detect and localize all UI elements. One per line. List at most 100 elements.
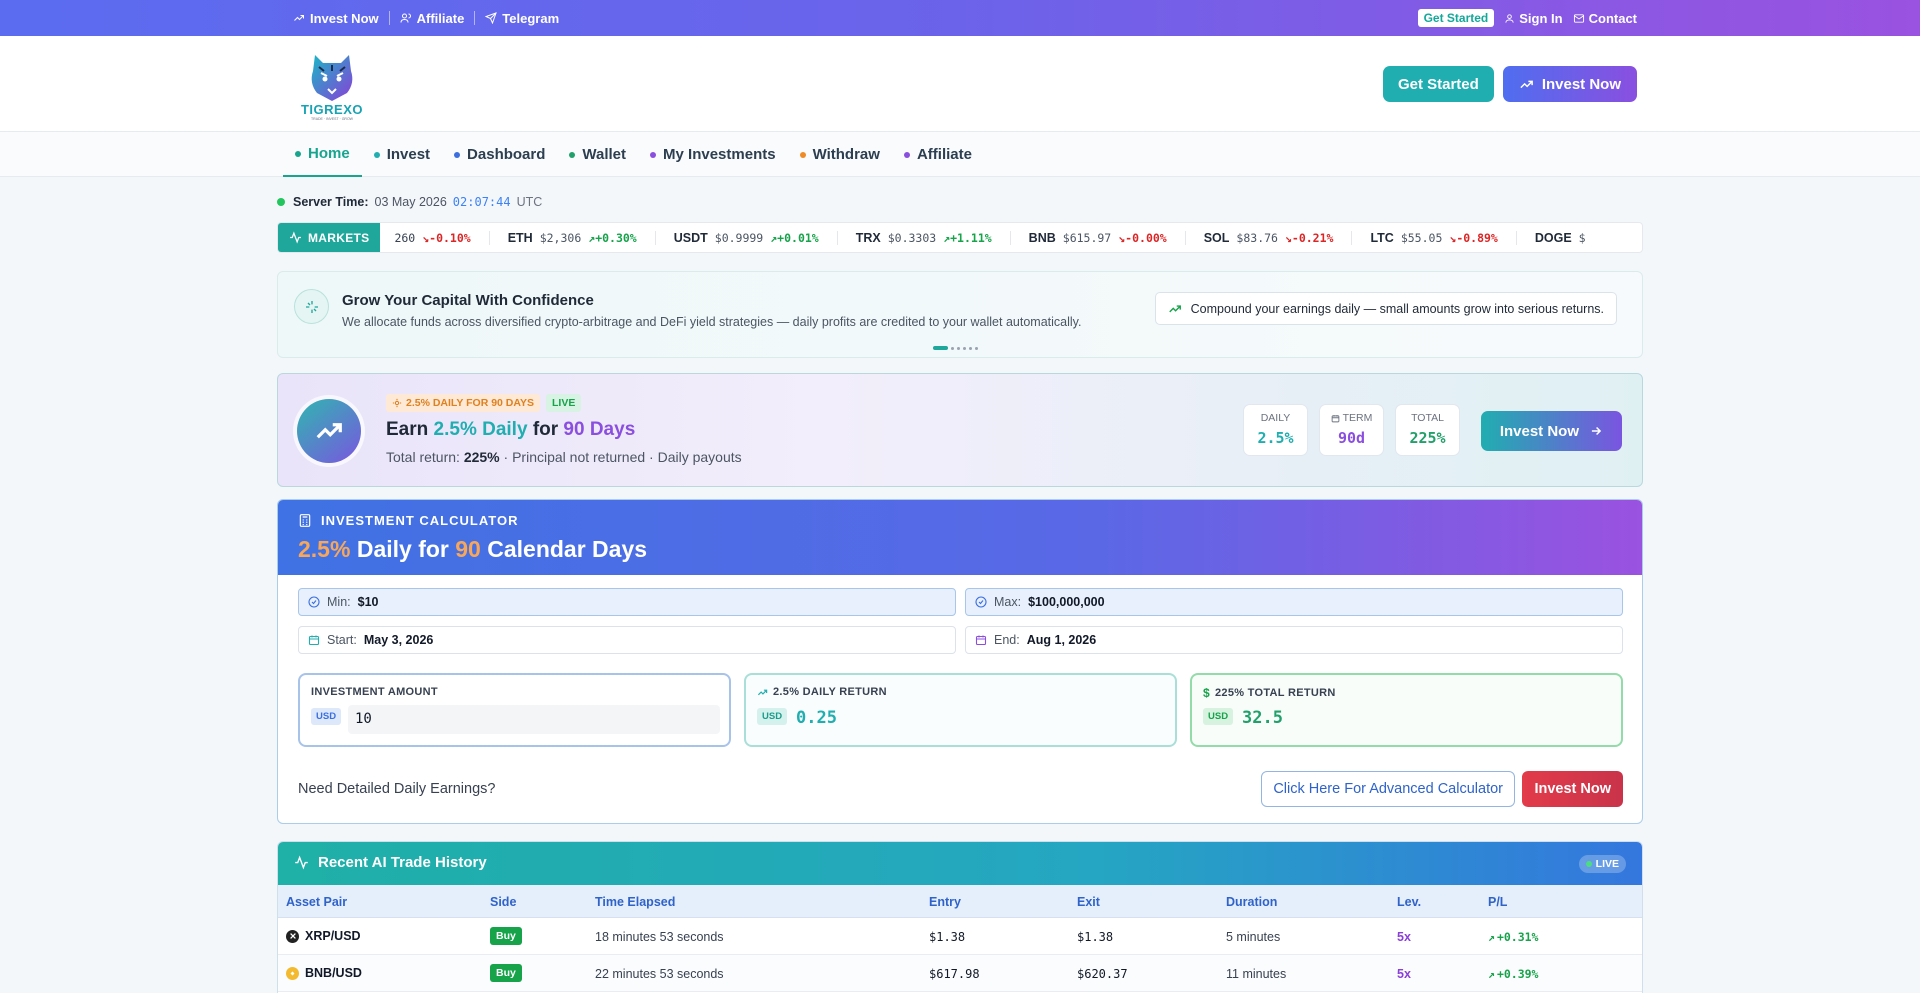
advanced-calculator-button[interactable]: Click Here For Advanced Calculator — [1261, 771, 1515, 807]
carousel-dot-active[interactable] — [933, 346, 948, 350]
plan-sub-pre: Total return: — [386, 449, 460, 465]
logo-tagline: TRADE · INVEST · GROW — [311, 117, 354, 121]
nav-label: Affiliate — [916, 146, 972, 163]
calendar-icon — [1331, 414, 1339, 422]
server-time: Server Time: 03 May 2026 02:07:44 UTC — [277, 195, 542, 209]
plan-heading-days: 90 Days — [563, 419, 636, 440]
carousel-dot[interactable] — [969, 346, 972, 350]
ticker-symbol: USDT — [673, 230, 708, 245]
nav-label: My Investments — [663, 146, 776, 163]
calendar-icon — [308, 635, 320, 646]
ticker-item-bnb: BNB $615.97 ↘-0.00% — [1028, 230, 1186, 245]
plan-invest-now-button[interactable]: Invest Now — [1480, 411, 1622, 451]
trending-up-icon — [757, 689, 768, 695]
live-label: LIVE — [1595, 858, 1619, 870]
column-header: Lev. — [1397, 895, 1422, 909]
promo-title: Grow Your Capital With Confidence — [342, 292, 594, 309]
topbar-invest-now-link[interactable]: Invest Now — [283, 11, 389, 26]
nav-item-withdraw[interactable]: Withdraw — [788, 132, 892, 177]
sign-in-link[interactable]: Sign In — [1504, 11, 1563, 26]
server-clock: 02:07:44 — [452, 195, 511, 209]
investment-amount-label: INVESTMENT AMOUNT — [311, 686, 438, 698]
ticker-symbol: ETH — [507, 230, 533, 245]
ticker-change-value: -0.00% — [1125, 230, 1167, 245]
max-value: $100,000,000 — [1028, 595, 1105, 609]
entry-price: $617.98 — [929, 967, 980, 981]
topbar-telegram-link[interactable]: Telegram — [475, 11, 569, 26]
ticker-change: ↗+0.01% — [770, 230, 819, 245]
ticker-symbol: BNB — [1028, 230, 1056, 245]
ticker-price: $0.9999 — [714, 230, 764, 245]
logo-wordmark: TIGREXO — [301, 102, 363, 117]
profit-loss-value: +0.31% — [1496, 930, 1539, 944]
carousel-dots[interactable] — [933, 346, 978, 350]
contact-link[interactable]: Contact — [1573, 11, 1637, 26]
main-content: Server Time: 03 May 2026 02:07:44 UTC MA… — [277, 177, 1643, 993]
plan-heading-rate: 2.5% Daily — [433, 419, 528, 440]
side-badge: Buy — [490, 927, 522, 945]
activity-icon — [290, 231, 301, 244]
ticker-symbol: TRX — [855, 230, 881, 245]
time-elapsed: 22 minutes 53 seconds — [595, 967, 724, 981]
duration: 11 minutes — [1226, 967, 1287, 981]
market-ticker: MARKETS 260 ↘-0.10% ETH $2,306 ↗+0.30% U… — [277, 222, 1643, 253]
carousel-dot[interactable] — [951, 346, 954, 350]
end-label: End: — [994, 633, 1020, 647]
column-header: Duration — [1226, 895, 1278, 909]
asset-pair-label: BNB/USD — [305, 966, 362, 980]
logo[interactable]: TIGREXO TRADE · INVEST · GROW — [291, 49, 373, 121]
trade-history-title: Recent AI Trade History — [318, 854, 487, 871]
ticker-price: $ — [1578, 230, 1586, 245]
nav-item-my-investments[interactable]: My Investments — [638, 132, 788, 177]
asset-pair: XRP/USD — [286, 929, 361, 943]
trending-up-icon — [1520, 80, 1533, 88]
stat-value: 2.5% — [1257, 429, 1294, 447]
column-header: Time Elapsed — [595, 895, 676, 909]
trending-up-icon — [316, 423, 342, 439]
max-label: Max: — [994, 595, 1022, 609]
calculator-header: INVESTMENT CALCULATOR 2.5% Daily for 90 … — [278, 500, 1642, 575]
trade-table-header: Asset Pair Side Time Elapsed Entry Exit … — [278, 885, 1642, 918]
plan-invest-now-label: Invest Now — [1499, 422, 1579, 440]
calculator-title: 2.5% Daily for 90 Calendar Days — [298, 536, 647, 563]
ticker-change-value: -0.21% — [1291, 230, 1334, 245]
nav-item-wallet[interactable]: Wallet — [557, 132, 638, 177]
plan-rate-tag: 2.5% DAILY FOR 90 DAYS — [386, 394, 540, 412]
nav-item-invest[interactable]: Invest — [362, 132, 442, 177]
nav-item-dashboard[interactable]: Dashboard — [442, 132, 557, 177]
currency-badge: USD — [757, 708, 788, 725]
nav-dot — [295, 150, 301, 157]
promo-subtitle: We allocate funds across diversified cry… — [342, 315, 1082, 329]
nav-item-affiliate[interactable]: Affiliate — [892, 132, 984, 177]
plan-rate-tag-text: 2.5% DAILY FOR 90 DAYS — [406, 397, 534, 409]
header-invest-now-button[interactable]: Invest Now — [1502, 66, 1637, 102]
nav-dot — [650, 151, 657, 158]
ticker-item-usdt: USDT $0.9999 ↗+0.01% — [673, 230, 838, 245]
stat-daily: DAILY 2.5% — [1243, 404, 1308, 456]
carousel-dot[interactable] — [975, 346, 978, 350]
column-header: Side — [490, 895, 517, 909]
min-label: Min: — [327, 595, 351, 609]
topbar-affiliate-link[interactable]: Affiliate — [390, 11, 475, 26]
calculator-caption: INVESTMENT CALCULATOR — [298, 513, 518, 528]
ticker-price: $2,306 — [539, 230, 582, 245]
header-get-started-button[interactable]: Get Started — [1382, 66, 1494, 102]
nav-item-home[interactable]: Home — [283, 132, 362, 177]
plan-tags: 2.5% DAILY FOR 90 DAYS LIVE — [386, 394, 582, 412]
table-row[interactable]: XRP/USD Buy 18 minutes 53 seconds $1.38 … — [278, 918, 1642, 955]
table-row[interactable]: BNB/USD Buy 22 minutes 53 seconds $617.9… — [278, 955, 1642, 992]
plan-heading: Earn 2.5% Daily for 90 Days — [386, 419, 635, 441]
carousel-dot[interactable] — [963, 346, 966, 350]
arrow-right-icon — [1591, 426, 1602, 436]
nav-label: Wallet — [582, 146, 627, 163]
calculator-invest-now-button[interactable]: Invest Now — [1522, 771, 1623, 807]
carousel-dot[interactable] — [957, 346, 960, 350]
investment-calculator: INVESTMENT CALCULATOR 2.5% Daily for 90 … — [277, 499, 1643, 824]
ticker-item-doge: DOGE $ — [1535, 231, 1604, 245]
topbar-get-started-button[interactable]: Get Started — [1417, 9, 1495, 27]
entry-price: $1.38 — [929, 930, 966, 944]
ticker-change: ↘-0.10% — [422, 230, 471, 245]
nav-label: Dashboard — [467, 146, 546, 163]
investment-amount-input[interactable]: 10 — [348, 705, 720, 734]
dollar-icon: $ — [1203, 686, 1210, 700]
